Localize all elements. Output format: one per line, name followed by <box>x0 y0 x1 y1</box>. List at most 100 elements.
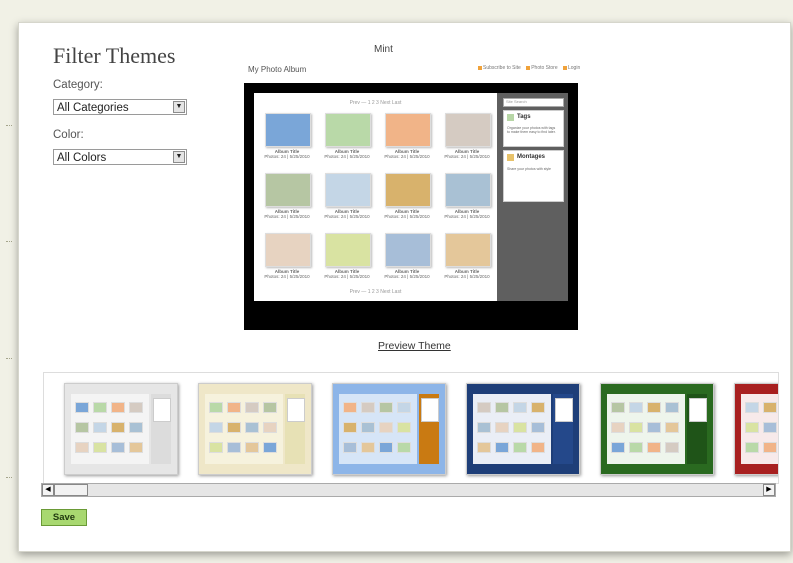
chevron-down-icon[interactable]: ▼ <box>173 151 185 163</box>
chevron-down-icon[interactable]: ▼ <box>173 101 185 113</box>
save-button[interactable]: Save <box>41 509 87 526</box>
scroll-left-button[interactable]: ◀ <box>42 484 54 496</box>
theme-thumbnail-photo <box>93 442 107 453</box>
preview-tags-heading: Tags <box>517 114 531 120</box>
theme-thumbnail-photo <box>763 442 777 453</box>
theme-thumbnail[interactable] <box>600 383 714 475</box>
preview-photo-thumbnail <box>385 233 431 267</box>
theme-thumbnail-photo <box>245 422 259 433</box>
preview-search-placeholder: Site Search <box>506 99 527 104</box>
scroll-right-button[interactable]: ▶ <box>763 484 775 496</box>
theme-thumbnail-photo <box>745 442 759 453</box>
theme-thumbnail-widget <box>287 398 305 422</box>
preview-photo-thumbnail <box>265 173 311 207</box>
theme-thumbnail[interactable] <box>734 383 778 475</box>
preview-photo-thumbnail <box>325 233 371 267</box>
theme-thumbnail-photo <box>745 402 759 413</box>
theme-thumbnail-photo <box>531 442 545 453</box>
theme-thumbnail-photo <box>665 422 679 433</box>
theme-thumbnail[interactable] <box>64 383 178 475</box>
theme-thumbnail-photo <box>343 442 357 453</box>
preview-album-caption: Album Title Photos: 24 | 5/25/2010 <box>264 209 310 219</box>
theme-thumbnail-photo <box>361 402 375 413</box>
preview-album-caption: Album Title Photos: 24 | 5/25/2010 <box>384 209 430 219</box>
theme-thumbnail-photo <box>343 402 357 413</box>
theme-preview: Prev — 1 2 3 Next Last Prev — 1 2 3 Next… <box>244 83 578 330</box>
theme-thumbnail-strip <box>43 372 779 484</box>
theme-thumbnail-photo <box>111 422 125 433</box>
theme-thumbnail-photo <box>379 402 393 413</box>
preview-album-caption: Album Title Photos: 24 | 5/25/2010 <box>324 269 370 279</box>
theme-thumbnail-photo <box>111 442 125 453</box>
theme-thumbnail-photo <box>129 442 143 453</box>
preview-theme-link[interactable]: Preview Theme <box>378 340 451 352</box>
theme-thumbnail-photo <box>129 402 143 413</box>
theme-panel: Filter Themes Category: All Categories ▼… <box>18 22 791 552</box>
theme-thumbnail-photo <box>397 442 411 453</box>
preview-pager-bottom: Prev — 1 2 3 Next Last <box>349 289 402 295</box>
theme-thumbnail-photo <box>531 402 545 413</box>
theme-thumbnail[interactable] <box>198 383 312 475</box>
preview-top-links: Subscribe to Site Photo Store Login <box>478 65 584 71</box>
theme-thumbnail-photo <box>647 402 661 413</box>
theme-thumbnail-widget <box>689 398 707 422</box>
tag-icon <box>507 114 514 121</box>
theme-thumbnail-photo <box>397 402 411 413</box>
theme-thumbnail-photo <box>361 442 375 453</box>
theme-thumbnail-photo <box>227 402 241 413</box>
theme-thumbnail-photo <box>129 422 143 433</box>
preview-photo-thumbnail <box>445 233 491 267</box>
theme-thumbnail-photo <box>745 422 759 433</box>
preview-search-box: Site Search <box>503 98 564 107</box>
theme-thumbnail-photo <box>763 422 777 433</box>
theme-thumbnail[interactable] <box>332 383 446 475</box>
theme-thumbnail-photo <box>477 402 491 413</box>
theme-thumbnail-photo <box>93 422 107 433</box>
theme-thumbnail-photo <box>495 442 509 453</box>
preview-top-link: Photo Store <box>526 65 557 71</box>
theme-thumbnail-photo <box>611 402 625 413</box>
edge-dots <box>2 0 16 563</box>
theme-thumbnail-photo <box>379 442 393 453</box>
theme-thumbnail-photo <box>611 442 625 453</box>
theme-thumbnail-photo <box>209 422 223 433</box>
color-label: Color: <box>53 129 84 141</box>
theme-thumbnail-photo <box>647 422 661 433</box>
theme-thumbnail-photo <box>379 422 393 433</box>
preview-tags-widget: Tags Organize your photos with tags to m… <box>503 110 564 147</box>
edge-dot <box>6 358 12 361</box>
horizontal-scrollbar[interactable]: ◀ ▶ <box>41 483 776 497</box>
preview-photo-thumbnail <box>265 113 311 147</box>
scrollbar-thumb[interactable] <box>54 484 88 496</box>
theme-name: Mint <box>374 44 393 55</box>
category-value: All Categories <box>57 102 129 114</box>
theme-thumbnail[interactable] <box>466 383 580 475</box>
theme-thumbnail-widget <box>555 398 573 422</box>
theme-thumbnail-photo <box>477 422 491 433</box>
preview-photo-thumbnail <box>445 173 491 207</box>
theme-thumbnail-photo <box>263 402 277 413</box>
category-label: Category: <box>53 79 103 91</box>
theme-thumbnail-widget <box>153 398 171 422</box>
color-value: All Colors <box>57 152 107 164</box>
theme-thumbnail-photo <box>647 442 661 453</box>
preview-montages-text: Share your photos with style <box>507 167 551 171</box>
theme-thumbnail-photo <box>111 402 125 413</box>
preview-album-caption: Album Title Photos: 24 | 5/25/2010 <box>444 269 490 279</box>
theme-thumbnail-photo <box>495 402 509 413</box>
color-select[interactable]: All Colors ▼ <box>53 149 187 165</box>
preview-album-caption: Album Title Photos: 24 | 5/25/2010 <box>324 149 370 159</box>
theme-thumbnail-photo <box>513 422 527 433</box>
theme-thumbnail-photo <box>611 422 625 433</box>
preview-album-caption: Album Title Photos: 24 | 5/25/2010 <box>324 209 370 219</box>
theme-thumbnail-widget <box>421 398 439 422</box>
preview-album-caption: Album Title Photos: 24 | 5/25/2010 <box>264 269 310 279</box>
theme-thumbnail-photo <box>227 442 241 453</box>
preview-montages-heading: Montages <box>517 154 546 160</box>
preview-album-caption: Album Title Photos: 24 | 5/25/2010 <box>444 209 490 219</box>
theme-thumbnail-photo <box>75 402 89 413</box>
theme-thumbnail-photo <box>513 442 527 453</box>
theme-thumbnail-photo <box>665 402 679 413</box>
category-select[interactable]: All Categories ▼ <box>53 99 187 115</box>
theme-thumbnail-photo <box>763 402 777 413</box>
